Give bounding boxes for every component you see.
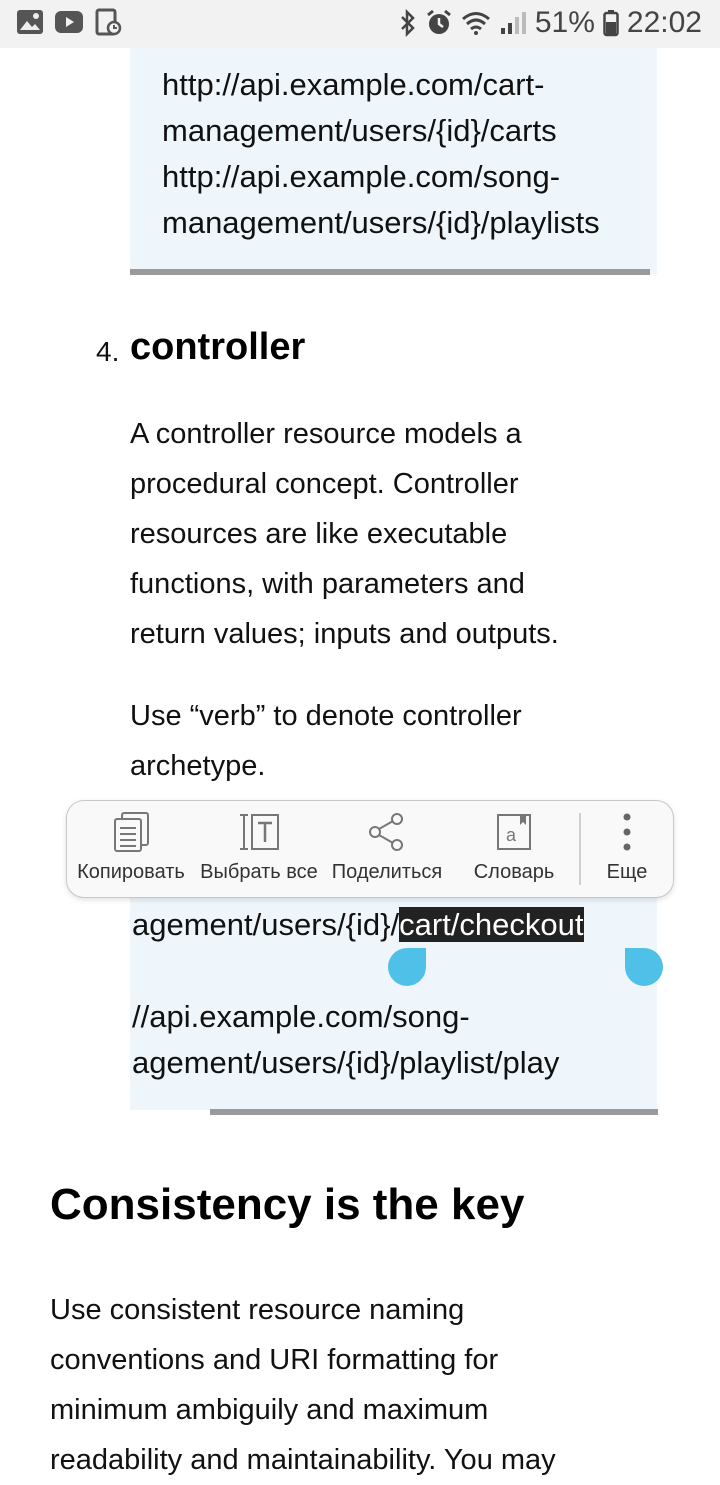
battery-icon (603, 9, 619, 37)
signal-icon (499, 10, 527, 36)
text-line: Use “verb” to denote controller (130, 700, 522, 732)
text-line: return values; inputs and outputs. (130, 618, 559, 650)
section-heading-controller: controller (130, 326, 306, 368)
horizontal-scrollbar[interactable] (130, 269, 650, 275)
menu-label: Поделиться (331, 861, 443, 883)
text-selection-menu: Копировать Выбрать все Поделиться a Слов… (66, 800, 674, 898)
menu-label: Словарь (473, 861, 555, 883)
clipboard-icon (94, 8, 122, 36)
dictionary-icon: a (494, 811, 534, 858)
verb-note: Use “verb” to denote controller archetyp… (130, 691, 522, 791)
alarm-icon (425, 9, 453, 37)
code-line: management/users/{id}/playlists (162, 205, 600, 240)
code-line: http://api.example.com/song- (162, 159, 561, 194)
select-all-button[interactable]: Выбрать все (197, 801, 321, 897)
dictionary-button[interactable]: a Словарь (459, 801, 569, 897)
horizontal-scrollbar[interactable] (210, 1109, 658, 1115)
section-heading-consistency: Consistency is the key (50, 1180, 525, 1229)
code-line: http://api.example.com/cart- (162, 67, 545, 102)
wifi-icon (461, 10, 491, 36)
select-all-icon (236, 811, 282, 858)
menu-label: Копировать (77, 861, 185, 883)
clock: 22:02 (626, 6, 702, 39)
text-line: readability and maintainability. You may (50, 1444, 556, 1476)
image-icon (16, 9, 44, 35)
text-line: functions, with parameters and (130, 568, 525, 600)
copy-icon (111, 811, 151, 858)
svg-text:a: a (506, 825, 517, 845)
consistency-paragraph: Use consistent resource naming conventio… (50, 1285, 556, 1485)
bluetooth-icon (399, 9, 417, 37)
battery-percent: 51% (534, 6, 595, 39)
status-bar-right: 51% 22:02 (399, 6, 702, 40)
share-button[interactable]: Поделиться (327, 801, 447, 897)
code-text: agement/users/{id}/ (132, 907, 400, 942)
status-bar-left (16, 8, 122, 36)
text-line: A controller resource models a (130, 418, 522, 450)
status-bar: 51% 22:02 (0, 0, 720, 48)
more-vert-icon (621, 811, 633, 858)
text-line: conventions and URI formatting for (50, 1344, 499, 1376)
text-line: procedural concept. Controller (130, 468, 519, 500)
copy-button[interactable]: Копировать (73, 801, 189, 897)
menu-label: Еще (606, 861, 648, 883)
text-line: Use consistent resource naming (50, 1294, 465, 1326)
menu-divider (579, 813, 581, 885)
list-number: 4. (96, 336, 120, 367)
more-button[interactable]: Еще (587, 801, 667, 897)
menu-label: Выбрать все (200, 861, 318, 883)
selection-end-handle[interactable] (625, 948, 663, 986)
youtube-icon (54, 10, 84, 34)
code-line: agement/users/{id}/cart/checkout (132, 902, 584, 948)
code-block-urls: http://api.example.com/cart- management/… (130, 48, 657, 274)
code-line: management/users/{id}/carts (162, 113, 557, 148)
code-line: agement/users/{id}/playlist/play (132, 1045, 560, 1080)
code-line: //api.example.com/song- (132, 999, 470, 1034)
share-icon (367, 811, 407, 858)
controller-description: A controller resource models a procedura… (130, 409, 559, 659)
text-line: minimum ambiguily and maximum (50, 1394, 489, 1426)
text-line: archetype. (130, 750, 266, 782)
code-block-controller-urls: agement/users/{id}/cart/checkout //api.e… (130, 896, 657, 1110)
selected-text[interactable]: cart/checkout (399, 907, 584, 942)
selection-start-handle[interactable] (388, 948, 426, 986)
text-line: resources are like executable (130, 518, 508, 550)
